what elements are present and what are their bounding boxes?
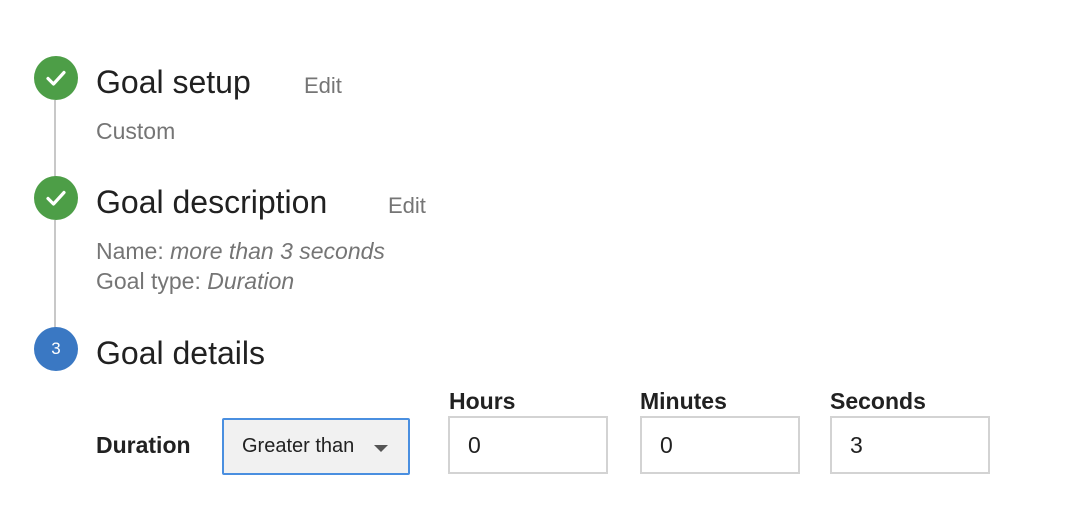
step-connector-1 bbox=[54, 100, 56, 180]
step-connector-2 bbox=[54, 220, 56, 330]
step-3-number-indicator: 3 bbox=[34, 327, 78, 371]
goal-type-label: Goal type: bbox=[96, 268, 201, 294]
goal-name-value: more than 3 seconds bbox=[170, 238, 385, 264]
minutes-input[interactable] bbox=[640, 416, 800, 474]
hours-label: Hours bbox=[449, 388, 516, 414]
comparison-dropdown-value: Greater than bbox=[242, 435, 355, 457]
minutes-label: Minutes bbox=[640, 388, 727, 414]
caret-down-icon bbox=[374, 445, 388, 452]
step-1-summary: Custom bbox=[96, 118, 176, 144]
seconds-input[interactable] bbox=[830, 416, 990, 474]
goal-name-line: Name: more than 3 seconds bbox=[96, 240, 385, 263]
step-1-title: Goal setup bbox=[96, 64, 251, 100]
goal-type-value: Duration bbox=[207, 268, 295, 294]
step-1-edit-link[interactable]: Edit bbox=[304, 75, 342, 97]
checkmark-icon bbox=[46, 70, 66, 86]
seconds-label: Seconds bbox=[830, 388, 926, 414]
comparison-dropdown[interactable]: Greater than bbox=[222, 418, 410, 475]
step-2-edit-link[interactable]: Edit bbox=[388, 195, 426, 217]
goal-name-label: Name: bbox=[96, 238, 164, 264]
duration-label: Duration bbox=[96, 432, 191, 458]
step-2-complete-indicator bbox=[34, 176, 78, 220]
hours-input[interactable] bbox=[448, 416, 608, 474]
checkmark-icon bbox=[46, 190, 66, 206]
step-2-title: Goal description bbox=[96, 184, 328, 220]
goal-type-line: Goal type: Duration bbox=[96, 270, 294, 293]
step-3-title: Goal details bbox=[96, 335, 265, 371]
step-1-complete-indicator bbox=[34, 56, 78, 100]
